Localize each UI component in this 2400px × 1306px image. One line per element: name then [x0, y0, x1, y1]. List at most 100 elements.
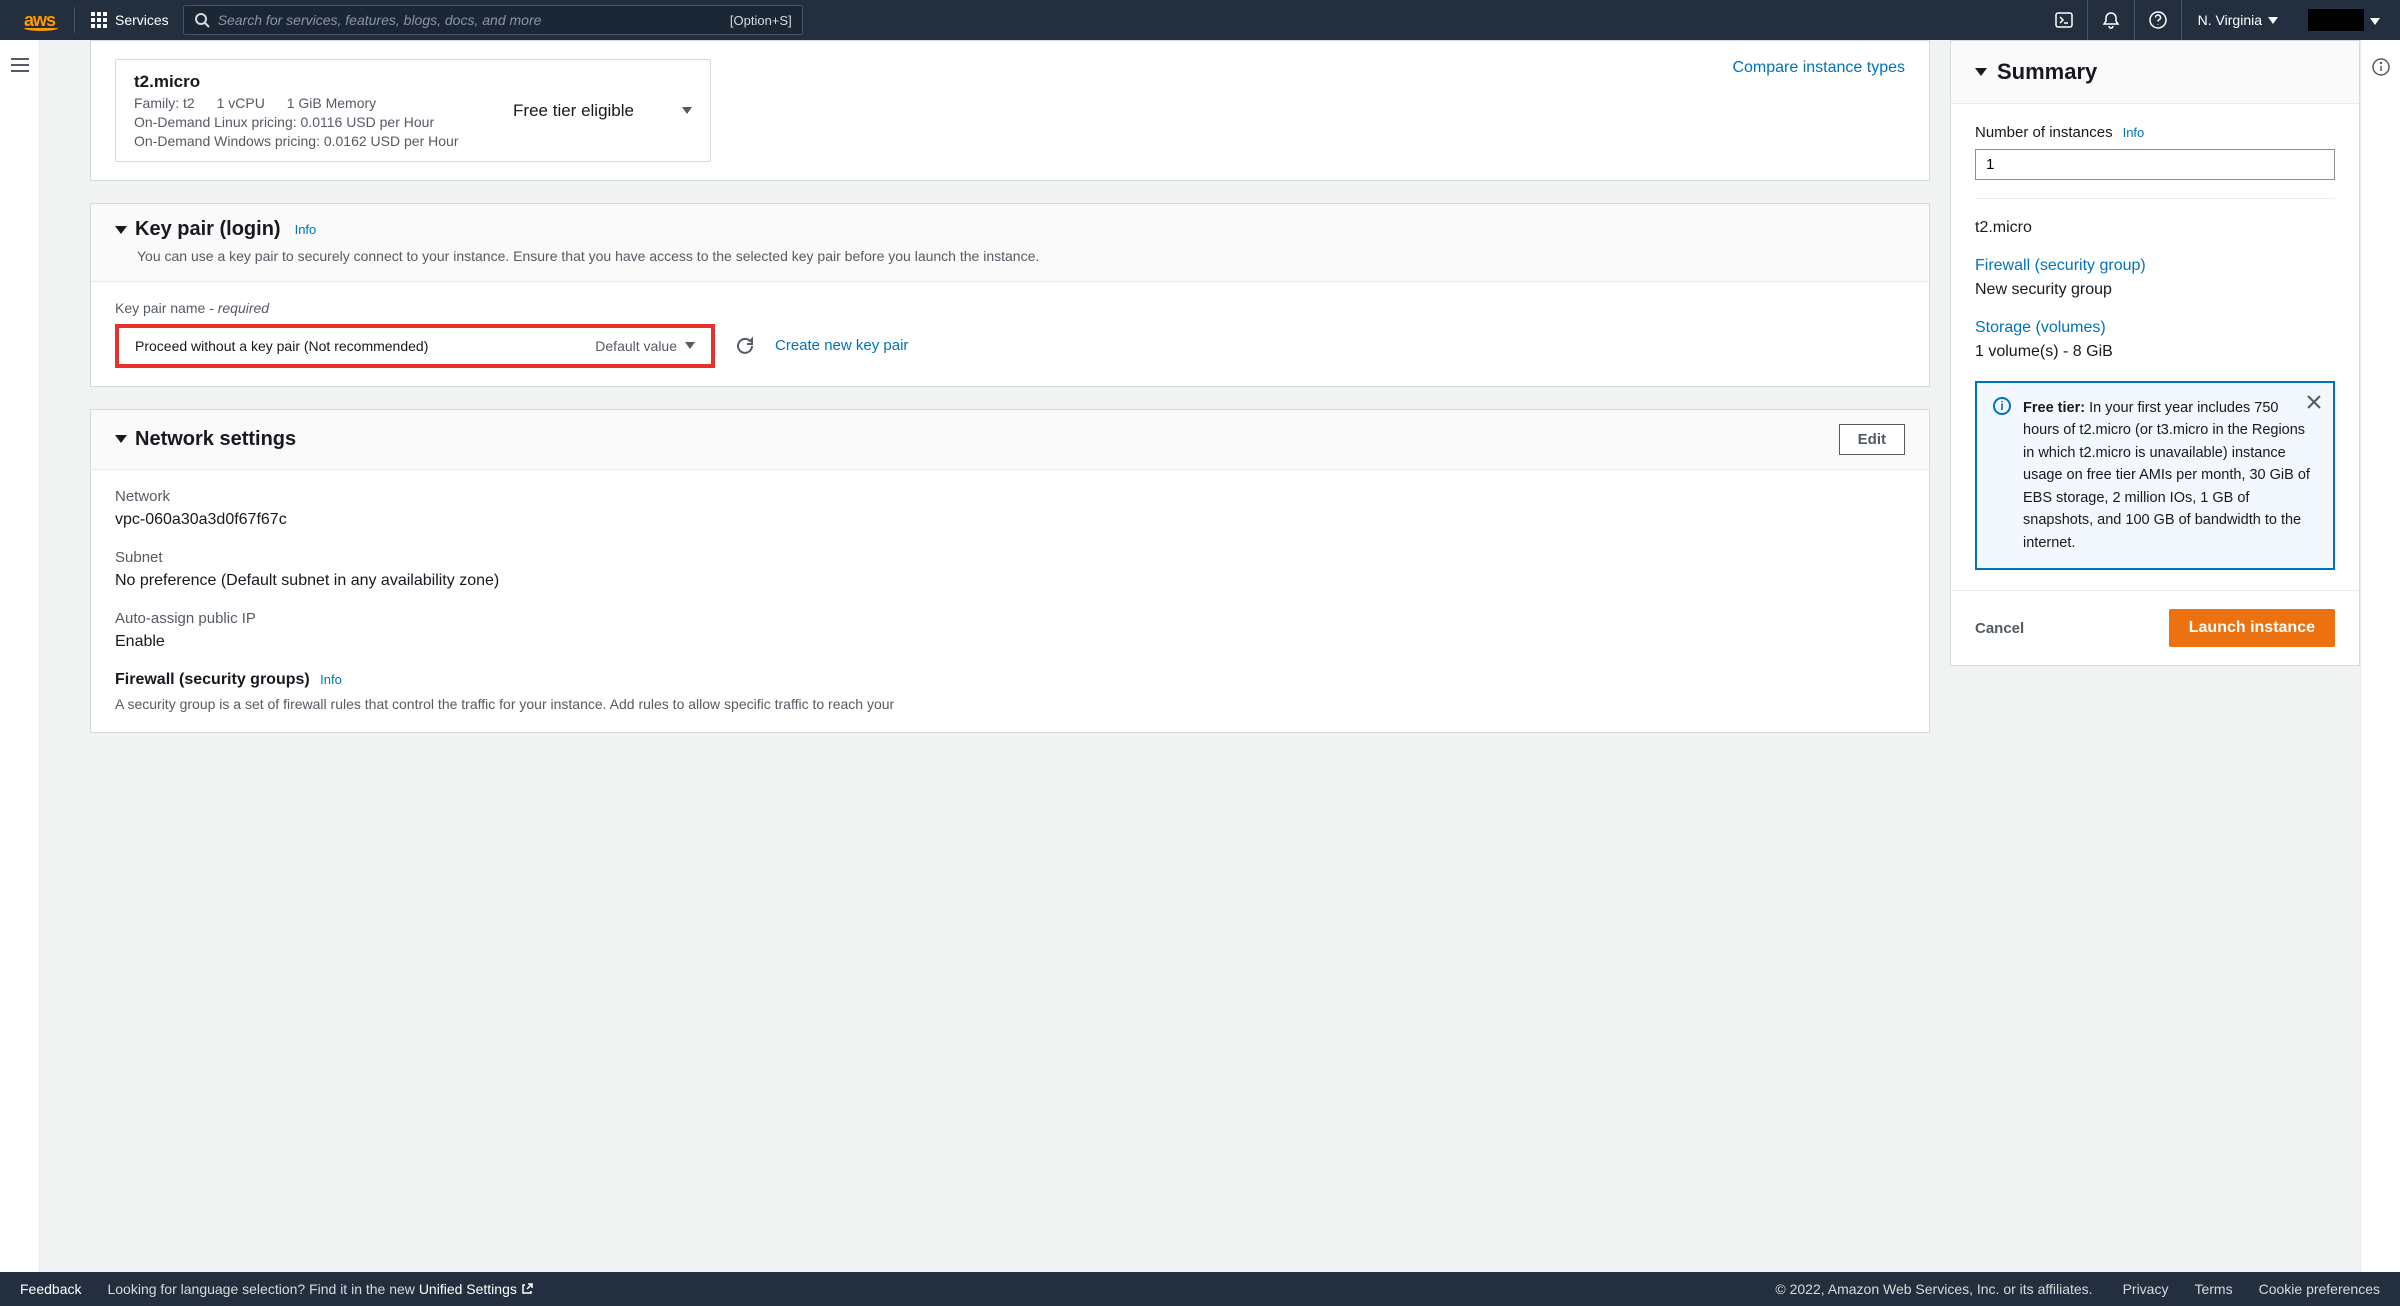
close-button[interactable] [2307, 395, 2321, 409]
network-header: Network settings Edit [91, 410, 1929, 470]
summary-heading: Summary [1975, 59, 2335, 85]
compare-instance-types-link[interactable]: Compare instance types [1732, 59, 1905, 77]
notifications-button[interactable] [2087, 0, 2134, 40]
firewall-title: Firewall (security groups) Info [115, 671, 1905, 689]
collapse-icon[interactable] [1975, 68, 1987, 76]
footer: Feedback Looking for language selection?… [0, 1272, 2400, 1306]
vcpu: 1 vCPU [217, 95, 265, 111]
account-menu[interactable] [2364, 12, 2390, 28]
chevron-down-icon [2370, 18, 2380, 25]
cloudshell-icon [2055, 11, 2073, 29]
info-link[interactable]: Info [2123, 125, 2145, 140]
instance-name: t2.micro [134, 72, 513, 92]
family: Family: t2 [134, 95, 195, 111]
search-hotkey: [Option+S] [730, 13, 792, 28]
region-label: N. Virginia [2198, 12, 2262, 28]
info-link[interactable]: Info [295, 222, 317, 237]
region-selector[interactable]: N. Virginia [2181, 0, 2294, 40]
instance-meta: Family: t2 1 vCPU 1 GiB Memory [134, 95, 513, 111]
refresh-icon [735, 336, 755, 356]
cookie-link[interactable]: Cookie preferences [2259, 1281, 2380, 1297]
instance-type-card: t2.micro Family: t2 1 vCPU 1 GiB Memory … [90, 40, 1930, 181]
launch-instance-button[interactable]: Launch instance [2169, 609, 2335, 647]
services-button[interactable]: Services [77, 12, 183, 28]
network-body: Network vpc-060a30a3d0f67f67c Subnet No … [91, 470, 1929, 733]
public-ip-value: Enable [115, 633, 1905, 651]
summary-body: Number of instances Info t2.micro Firewa… [1951, 104, 2359, 590]
logo-text: aws [24, 10, 55, 30]
hamburger-icon [11, 58, 29, 72]
aws-logo[interactable]: aws [10, 10, 72, 31]
summary-sidebar: Summary Number of instances Info t2.micr… [1950, 40, 2360, 1272]
info-link[interactable]: Info [320, 672, 342, 687]
help-button[interactable] [2134, 0, 2181, 40]
subnet-value: No preference (Default subnet in any ava… [115, 572, 1905, 590]
layout: t2.micro Family: t2 1 vCPU 1 GiB Memory … [0, 40, 2400, 1272]
linux-pricing: On-Demand Linux pricing: 0.0116 USD per … [134, 114, 513, 130]
collapse-icon[interactable] [115, 435, 127, 443]
account-indicator [2308, 9, 2364, 31]
key-pair-body: Key pair name - required Proceed without… [91, 282, 1929, 386]
cancel-button[interactable]: Cancel [1975, 620, 2024, 637]
free-tier-badge: Free tier eligible [513, 101, 634, 121]
default-value-label: Default value [595, 338, 677, 354]
services-label: Services [115, 12, 169, 28]
info-icon [2372, 58, 2390, 76]
summary-instance-type: t2.micro [1975, 219, 2335, 237]
network-heading: Network settings [115, 428, 296, 451]
collapse-icon[interactable] [115, 226, 127, 234]
right-rail [2360, 40, 2400, 1272]
firewall-description: A security group is a set of firewall ru… [115, 695, 1905, 715]
search-input[interactable] [218, 12, 730, 28]
key-pair-header: Key pair (login) Info You can use a key … [91, 204, 1929, 282]
lang-text: Looking for language selection? Find it … [107, 1281, 532, 1297]
copyright: © 2022, Amazon Web Services, Inc. or its… [1775, 1281, 2092, 1297]
key-pair-select[interactable]: Proceed without a key pair (Not recommen… [115, 324, 715, 368]
cloudshell-button[interactable] [2041, 0, 2087, 40]
create-key-pair-link[interactable]: Create new key pair [775, 337, 908, 354]
bell-icon [2102, 11, 2120, 29]
menu-toggle[interactable] [11, 58, 29, 72]
summary-header: Summary [1951, 41, 2359, 104]
search-input-wrap[interactable]: [Option+S] [183, 5, 803, 35]
chevron-down-icon [685, 342, 695, 349]
key-pair-heading: Key pair (login) Info [115, 218, 1039, 241]
main-content: t2.micro Family: t2 1 vCPU 1 GiB Memory … [40, 40, 1950, 1272]
key-pair-selected-value: Proceed without a key pair (Not recommen… [135, 338, 428, 354]
help-icon [2149, 11, 2167, 29]
divider [74, 7, 75, 33]
instance-type-selector[interactable]: t2.micro Family: t2 1 vCPU 1 GiB Memory … [115, 59, 711, 162]
unified-settings-link[interactable]: Unified Settings [419, 1281, 533, 1297]
key-pair-card: Key pair (login) Info You can use a key … [90, 203, 1930, 387]
public-ip-label: Auto-assign public IP [115, 610, 1905, 627]
key-pair-description: You can use a key pair to securely conne… [115, 247, 1039, 267]
summary-storage-link[interactable]: Storage (volumes) [1975, 319, 2335, 337]
refresh-button[interactable] [735, 336, 755, 356]
terms-link[interactable]: Terms [2194, 1281, 2232, 1297]
free-tier-info-box: i Free tier: In your first year includes… [1975, 381, 2335, 570]
privacy-link[interactable]: Privacy [2123, 1281, 2169, 1297]
network-value: vpc-060a30a3d0f67f67c [115, 511, 1905, 529]
network-settings-card: Network settings Edit Network vpc-060a30… [90, 409, 1930, 734]
chevron-down-icon [2268, 17, 2278, 24]
nav-right: N. Virginia [2041, 0, 2390, 40]
network-label: Network [115, 488, 1905, 505]
info-panel-toggle[interactable] [2372, 58, 2390, 76]
info-icon: i [1993, 397, 2011, 415]
subnet-label: Subnet [115, 549, 1905, 566]
free-tier-text: Free tier: In your first year includes 7… [2023, 397, 2317, 554]
windows-pricing: On-Demand Windows pricing: 0.0162 USD pe… [134, 133, 513, 149]
summary-firewall-value: New security group [1975, 281, 2335, 299]
summary-storage-value: 1 volume(s) - 8 GiB [1975, 343, 2335, 361]
summary-title: Summary [1997, 59, 2097, 85]
network-title: Network settings [135, 428, 296, 451]
edit-button[interactable]: Edit [1839, 424, 1905, 455]
num-instances-label: Number of instances Info [1975, 124, 2335, 141]
summary-actions: Cancel Launch instance [1951, 590, 2359, 665]
grid-icon [91, 12, 107, 28]
close-icon [2307, 395, 2321, 409]
num-instances-input[interactable] [1975, 149, 2335, 180]
search-icon [194, 12, 210, 28]
summary-firewall-link[interactable]: Firewall (security group) [1975, 257, 2335, 275]
feedback-link[interactable]: Feedback [20, 1281, 81, 1297]
